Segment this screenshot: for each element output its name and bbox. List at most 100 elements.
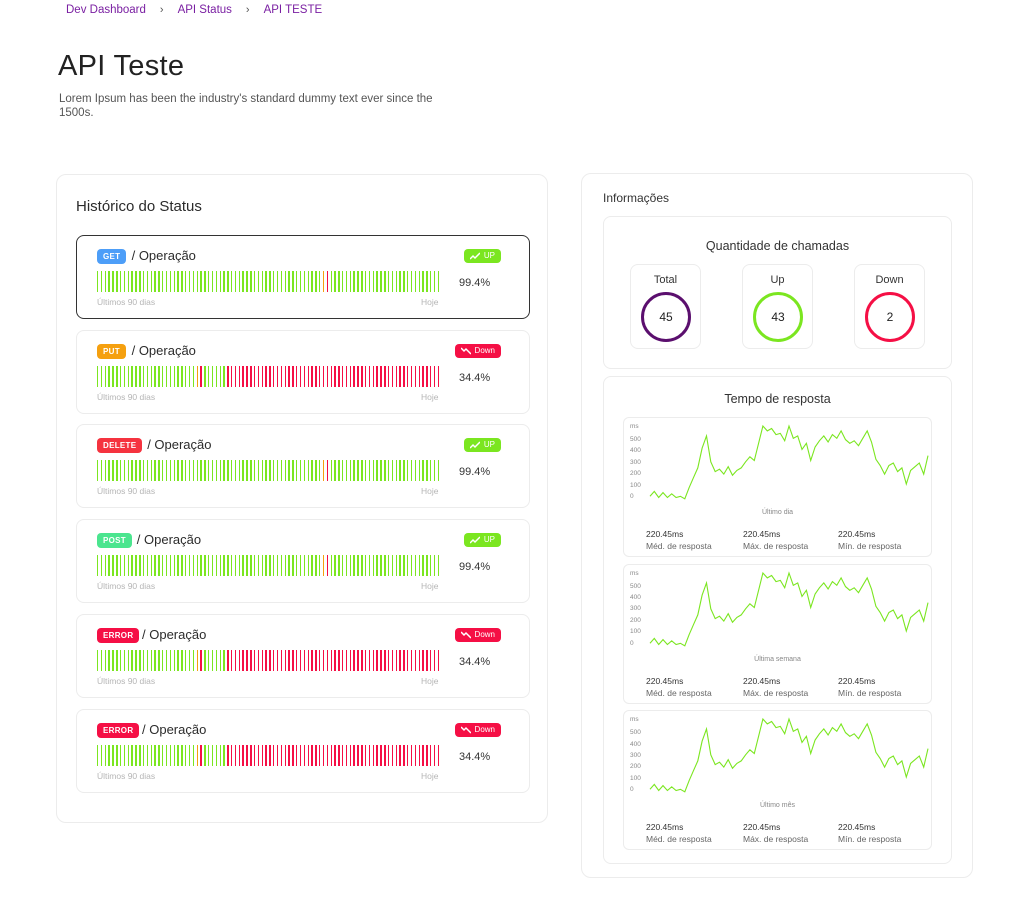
uptime-bar bbox=[422, 555, 424, 577]
uptime-bar bbox=[322, 460, 325, 482]
uptime-bar bbox=[437, 271, 440, 292]
uptime-bar bbox=[288, 365, 290, 387]
uptime-bar bbox=[219, 649, 221, 671]
uptime-bar bbox=[112, 271, 114, 292]
uptime-bar bbox=[219, 271, 221, 292]
uptime-bar bbox=[345, 460, 348, 482]
uptime-bar bbox=[154, 271, 156, 292]
uptime-bar bbox=[253, 271, 256, 292]
operation-card[interactable]: ERROR / Operação Últimos 90 dias Hoje 34.4% D… bbox=[76, 708, 530, 793]
uptime-bar bbox=[384, 271, 386, 292]
status-badge: UP bbox=[463, 533, 501, 548]
uptime-bar bbox=[135, 744, 137, 766]
uptime-bar bbox=[391, 460, 394, 482]
uptime-bar bbox=[230, 460, 233, 482]
uptime-bar bbox=[211, 744, 214, 766]
uptime-bar bbox=[288, 555, 290, 577]
metric-label: Mín. de resposta bbox=[838, 687, 902, 698]
operation-card[interactable]: GET / Operação Últimos 90 dias Hoje 99.4% UP bbox=[76, 235, 530, 319]
uptime-bar bbox=[422, 744, 424, 766]
uptime-bar bbox=[112, 744, 114, 766]
uptime-bar bbox=[276, 649, 279, 671]
uptime-bar bbox=[292, 460, 294, 482]
uptime-bar bbox=[361, 649, 363, 671]
uptime-bar bbox=[353, 271, 355, 292]
method-badge: ERROR bbox=[97, 722, 140, 738]
uptime-bar bbox=[338, 555, 340, 577]
uptime-bar bbox=[330, 649, 332, 671]
uptime-bar bbox=[208, 649, 210, 671]
uptime-bar bbox=[123, 271, 126, 292]
uptime-bar bbox=[426, 460, 428, 482]
uptime-bar bbox=[280, 649, 283, 671]
status-badge: Down bbox=[454, 627, 501, 642]
uptime-bar bbox=[273, 555, 275, 577]
uptime-bar bbox=[322, 555, 325, 577]
uptime-bar bbox=[384, 555, 386, 577]
operation-card[interactable]: PUT / Operação Últimos 90 dias Hoje 34.4% Dow… bbox=[76, 329, 530, 414]
range-start-label: Últimos 90 dias bbox=[97, 675, 156, 686]
uptime-bar bbox=[200, 271, 202, 292]
uptime-bar bbox=[349, 271, 352, 292]
page-title: API Teste bbox=[58, 50, 185, 82]
uptime-bar bbox=[364, 744, 367, 766]
uptime-bar bbox=[395, 555, 397, 577]
uptime-bar bbox=[296, 460, 298, 482]
uptime-bar bbox=[273, 365, 275, 387]
operation-card[interactable]: DELETE / Operação Últimos 90 dias Hoje 99.4%… bbox=[76, 424, 530, 509]
uptime-bar bbox=[269, 365, 271, 387]
operation-card[interactable]: POST / Operação Últimos 90 dias Hoje 99.4% UP bbox=[76, 519, 530, 604]
uptime-bar bbox=[303, 744, 306, 766]
uptime-bar bbox=[123, 365, 126, 387]
uptime-bar bbox=[97, 555, 99, 577]
stat-value: 43 bbox=[771, 310, 785, 324]
uptime-bar bbox=[200, 744, 202, 766]
uptime-bar bbox=[430, 365, 432, 387]
uptime-bar bbox=[211, 555, 214, 577]
uptime-bars bbox=[97, 744, 440, 766]
breadcrumb-dev-dashboard[interactable]: Dev Dashboard bbox=[66, 4, 146, 16]
uptime-bar bbox=[192, 744, 195, 766]
uptime-bar bbox=[288, 460, 290, 482]
uptime-bar bbox=[372, 555, 375, 577]
uptime-bar bbox=[384, 744, 386, 766]
uptime-bar bbox=[273, 744, 275, 766]
breadcrumb-api-status[interactable]: API Status bbox=[178, 4, 232, 16]
response-metric: 220.45ms Mín. de resposta bbox=[838, 675, 901, 699]
breadcrumb-api-teste[interactable]: API TESTE bbox=[264, 4, 323, 16]
uptime-bar bbox=[154, 744, 156, 766]
uptime-bar bbox=[230, 744, 233, 766]
uptime-bar bbox=[307, 460, 309, 482]
uptime-bar bbox=[227, 649, 229, 671]
uptime-bar bbox=[104, 649, 107, 671]
uptime-bar bbox=[368, 649, 371, 671]
uptime-bar bbox=[131, 555, 133, 577]
uptime-bar bbox=[311, 555, 313, 577]
uptime-bar bbox=[418, 460, 420, 482]
uptime-bar bbox=[422, 460, 424, 482]
uptime-bar bbox=[253, 460, 256, 482]
uptime-bar bbox=[410, 460, 413, 482]
operation-card[interactable]: ERROR / Operação Últimos 90 dias Hoje 34.4% D… bbox=[76, 613, 530, 698]
uptime-bar bbox=[391, 365, 394, 387]
uptime-bar bbox=[104, 271, 107, 292]
trending-down-icon bbox=[460, 631, 471, 639]
uptime-bar bbox=[326, 365, 329, 387]
trending-up-icon bbox=[469, 536, 480, 544]
response-series-line bbox=[649, 424, 929, 500]
uptime-bar bbox=[123, 649, 126, 671]
uptime-bar bbox=[108, 460, 110, 482]
uptime-bar bbox=[273, 271, 275, 292]
uptime-bar bbox=[227, 744, 229, 766]
uptime-bar bbox=[338, 649, 340, 671]
uptime-bar bbox=[154, 649, 156, 671]
uptime-bar bbox=[276, 460, 279, 482]
uptime-bar bbox=[403, 271, 405, 292]
uptime-bar bbox=[154, 365, 156, 387]
uptime-bar bbox=[299, 649, 302, 671]
uptime-bar bbox=[223, 271, 225, 292]
uptime-bar bbox=[238, 744, 241, 766]
status-history-title: Histórico do Status bbox=[76, 198, 202, 215]
uptime-bar bbox=[426, 744, 428, 766]
uptime-bar bbox=[196, 460, 198, 482]
